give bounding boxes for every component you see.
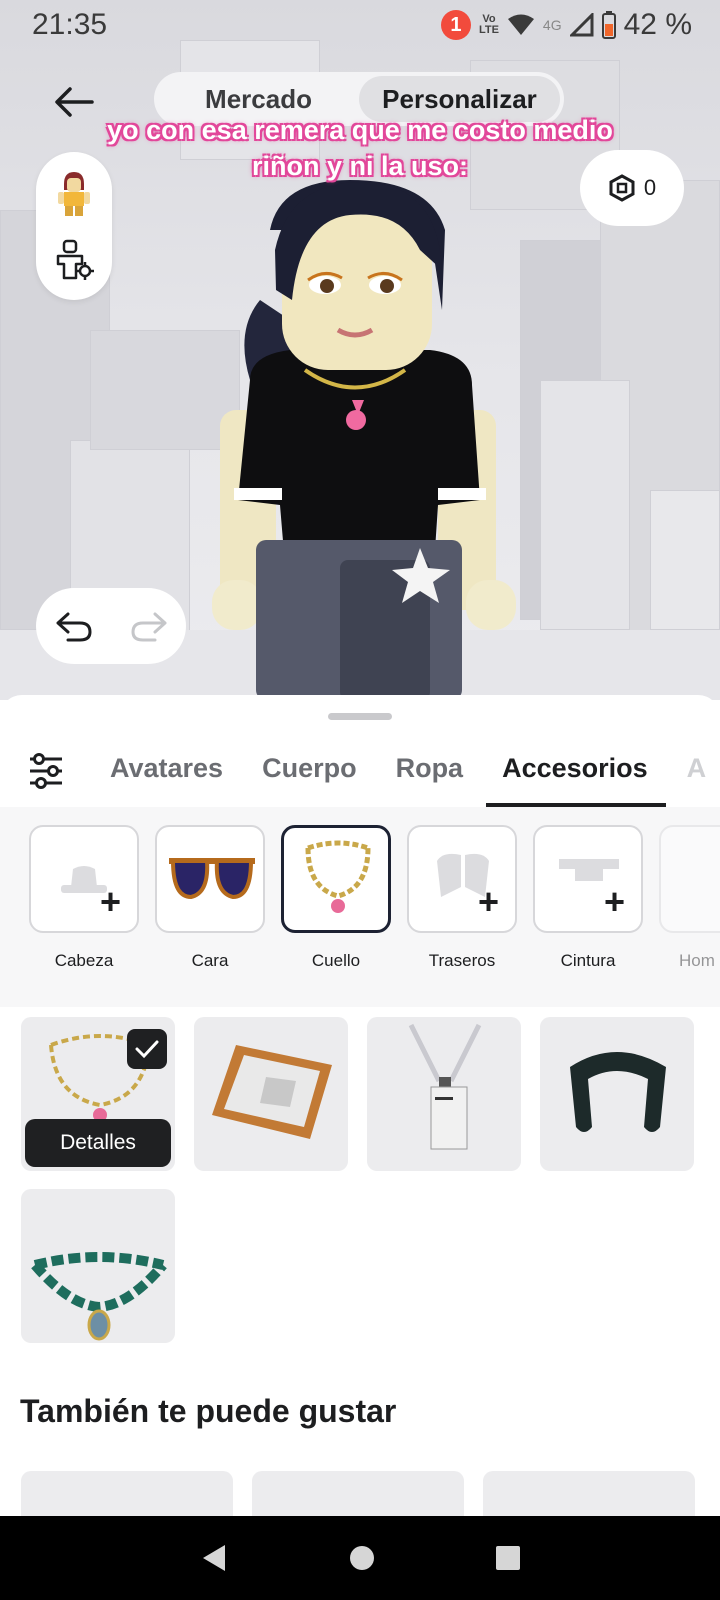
- nav-home-icon[interactable]: [348, 1544, 376, 1572]
- notification-badge: 1: [440, 10, 471, 40]
- equipped-check: [127, 1029, 167, 1069]
- sunglasses-icon: [169, 858, 255, 900]
- subcategory-tile: +: [533, 825, 643, 933]
- item-rectangle-frame[interactable]: [194, 1017, 348, 1171]
- robux-icon: [609, 174, 635, 202]
- subcategory-tile: +: [407, 825, 517, 933]
- category-tabs: Avatares Cuerpo Ropa Accesorios A: [110, 735, 720, 807]
- subcategory-tile: [281, 825, 391, 933]
- subcategory-hombros[interactable]: Hom: [659, 825, 720, 971]
- check-icon: [135, 1040, 159, 1059]
- subcategory-cuello[interactable]: Cuello: [281, 825, 391, 971]
- add-icon: +: [477, 881, 499, 922]
- subcategory-row: + Cabeza Cara Cuello + Traseros + Cintur…: [0, 807, 720, 1007]
- tab-avatares[interactable]: Avatares: [110, 735, 223, 807]
- status-bar: 21:35 1 Vo LTE 4G 42 %: [0, 0, 720, 52]
- subcategory-cara[interactable]: Cara: [155, 825, 265, 971]
- battery-icon: [601, 11, 616, 39]
- undo-icon[interactable]: [54, 608, 94, 644]
- tab-ropa[interactable]: Ropa: [396, 735, 464, 807]
- robux-amount: 0: [643, 175, 657, 200]
- system-nav-bar: [0, 1516, 720, 1600]
- status-icons: 1 Vo LTE 4G 42 %: [440, 8, 692, 42]
- status-time: 21:35: [32, 8, 108, 41]
- item-pearl-necklace[interactable]: Detalles: [21, 1017, 175, 1171]
- item-dark-scarf[interactable]: [540, 1017, 694, 1171]
- subcategory-label: Cintura: [560, 951, 616, 970]
- section-title: También te puede gustar: [20, 1393, 397, 1429]
- subcategory-tile: [659, 825, 720, 933]
- subcategory-label: Hom: [679, 951, 715, 970]
- tab-accesorios[interactable]: Accesorios: [486, 735, 666, 807]
- customize-sheet: Avatares Cuerpo Ropa Accesorios A + Cabe…: [0, 695, 720, 1531]
- volte-indicator: Vo LTE: [479, 14, 499, 36]
- sheet-drag-handle[interactable]: [328, 713, 392, 720]
- item-jade-necklace[interactable]: [21, 1189, 175, 1343]
- background-block: [540, 380, 630, 630]
- subcategory-label: Traseros: [428, 951, 496, 970]
- tab-cuerpo[interactable]: Cuerpo: [262, 735, 357, 807]
- jade-necklace-thumbnail: [31, 1252, 167, 1341]
- nav-back-icon[interactable]: [199, 1543, 229, 1573]
- signal-icon: [569, 13, 594, 37]
- subcategory-tile: [155, 825, 265, 933]
- details-button[interactable]: Detalles: [25, 1119, 171, 1167]
- avatar-side-pill: [36, 152, 112, 300]
- subcategory-label: Cuello: [311, 951, 361, 970]
- scarf-thumbnail: [570, 1052, 666, 1132]
- sliders-icon: [30, 753, 62, 789]
- lte-label: LTE: [478, 24, 499, 36]
- avatar-settings-icon[interactable]: [52, 238, 96, 282]
- item-lanyard-badge[interactable]: [367, 1017, 521, 1171]
- battery-percent: 42 %: [623, 8, 692, 41]
- tab-label: Mercado: [205, 83, 312, 114]
- subcategory-cabeza[interactable]: + Cabeza: [29, 825, 139, 971]
- wifi-icon: [507, 14, 534, 35]
- avatar-viewport[interactable]: 21:35 1 Vo LTE 4G 42 % Mercado Personaliz…: [0, 0, 720, 700]
- avatar-thumbnail-icon[interactable]: [50, 170, 98, 218]
- add-icon: +: [603, 881, 625, 922]
- redo-icon[interactable]: [129, 608, 169, 644]
- subcategory-traseros[interactable]: + Traseros: [407, 825, 517, 971]
- robux-balance[interactable]: 0: [580, 150, 684, 226]
- frame-thumbnail: [212, 1045, 332, 1139]
- network-type: 4G: [542, 17, 562, 33]
- necklace-icon: [305, 840, 371, 913]
- undo-redo-control: [36, 588, 186, 664]
- avatar-figure: [212, 180, 516, 700]
- tab-next-partial[interactable]: A: [687, 735, 707, 807]
- background-block: [650, 490, 720, 630]
- subcategory-cintura[interactable]: + Cintura: [533, 825, 643, 971]
- tab-label: Personalizar: [382, 83, 537, 114]
- subcategory-label: Cara: [191, 951, 229, 970]
- filter-button[interactable]: [26, 751, 70, 795]
- lanyard-thumbnail: [408, 1023, 482, 1150]
- subcategory-tile: +: [29, 825, 139, 933]
- caption-line-1: yo con esa remera que me costo medio: [107, 115, 613, 145]
- add-icon: +: [99, 881, 121, 922]
- subcategory-label: Cabeza: [54, 951, 114, 970]
- nav-recents-icon[interactable]: [495, 1545, 521, 1571]
